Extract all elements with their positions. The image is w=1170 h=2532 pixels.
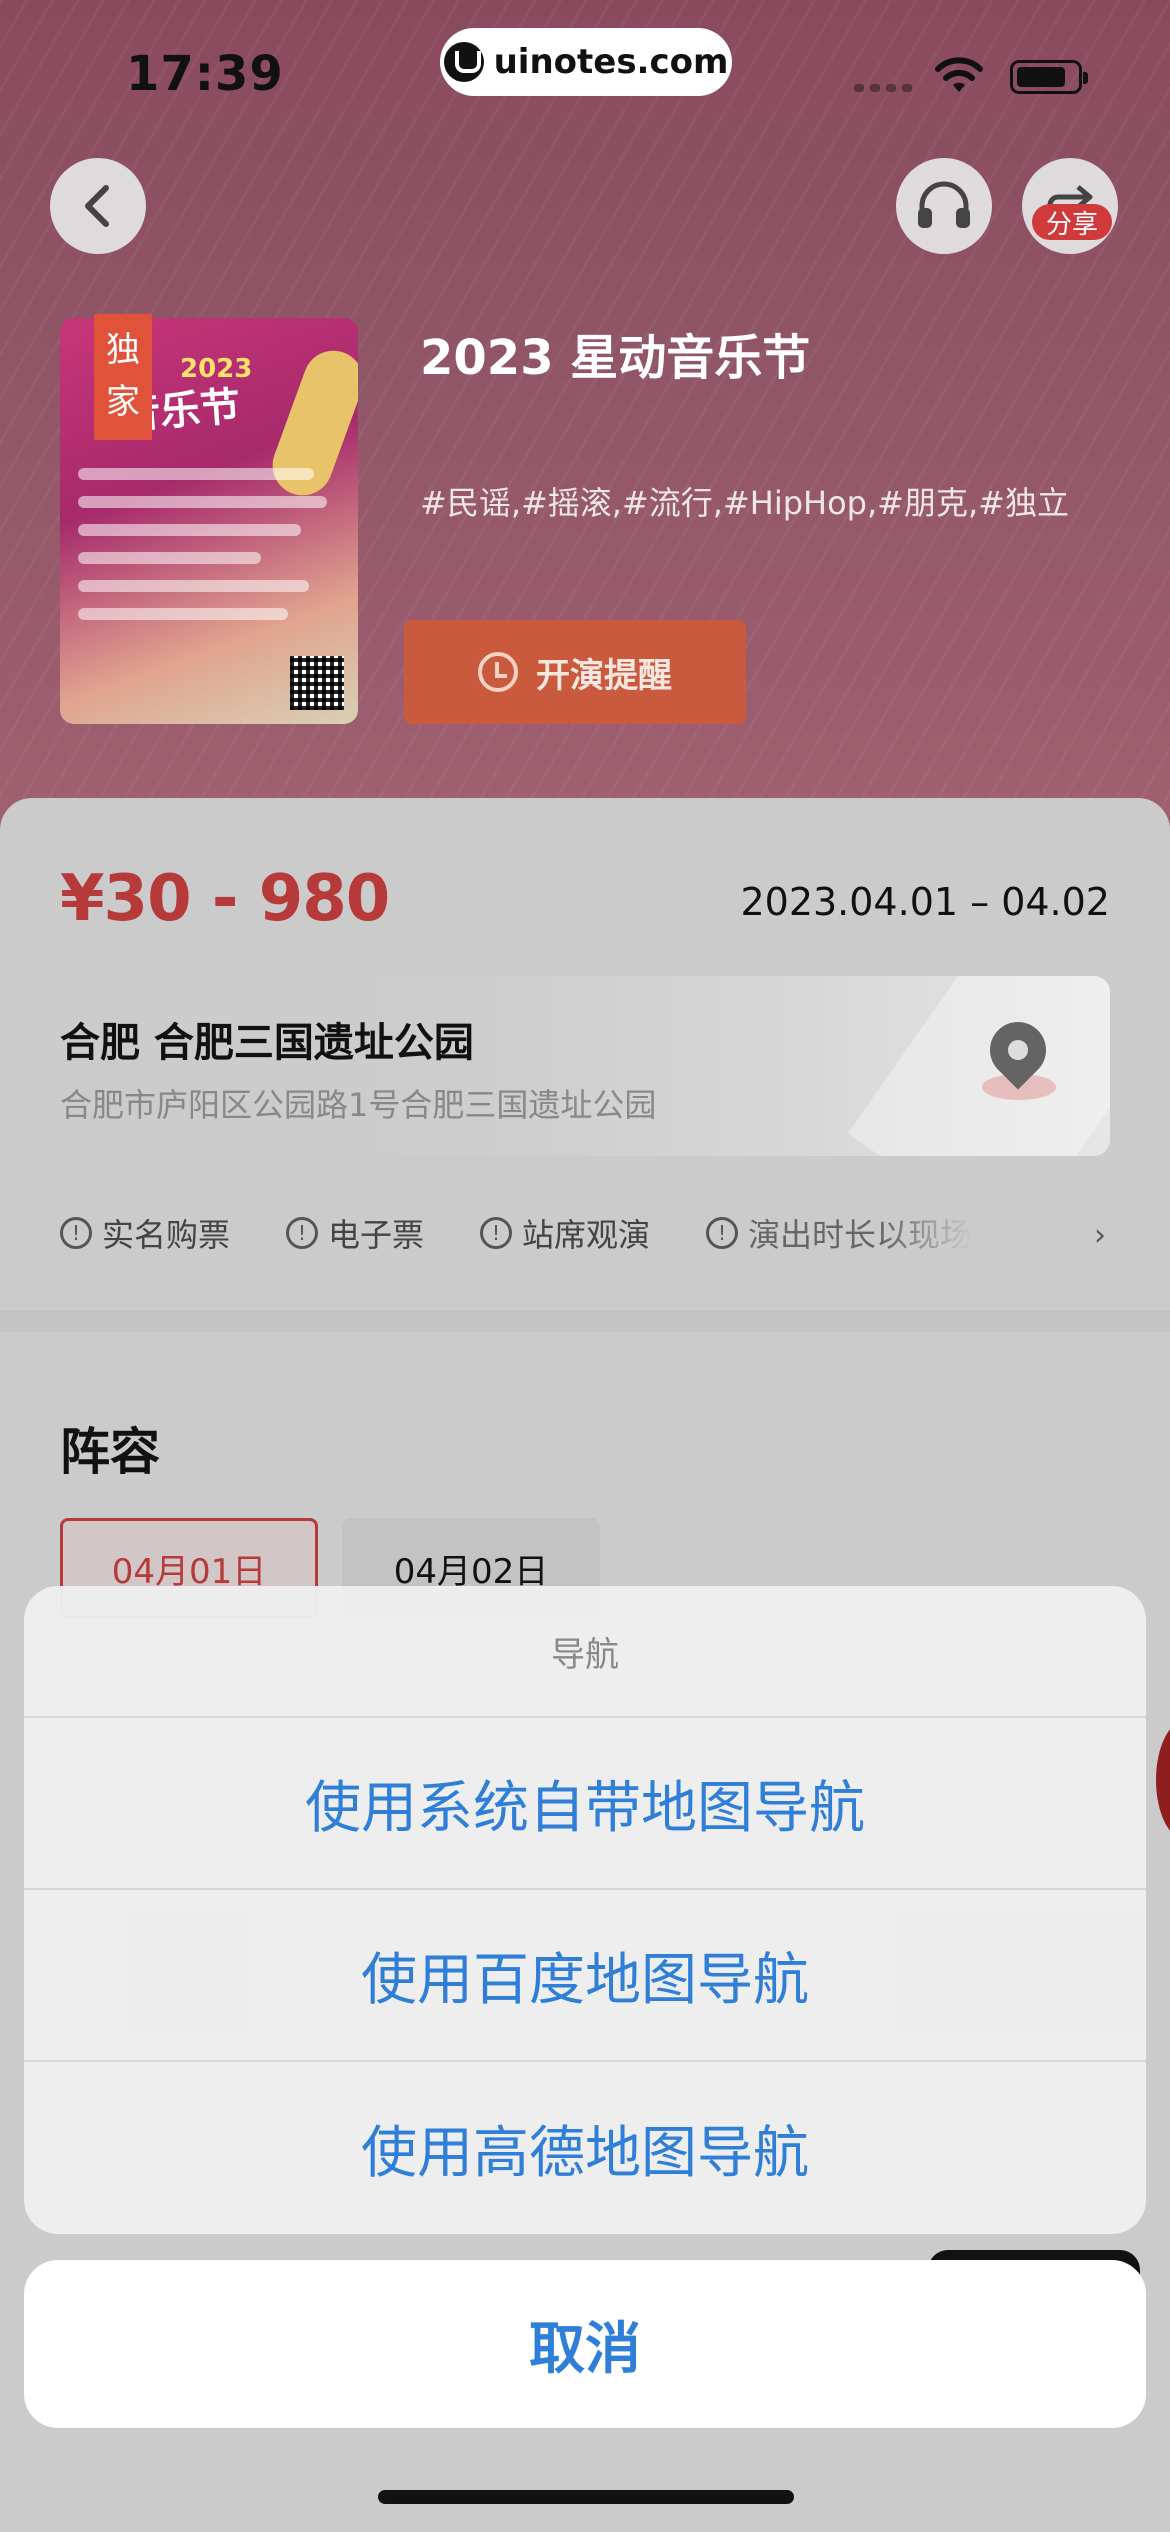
pin-shadow bbox=[982, 1074, 1056, 1100]
system-map-option[interactable]: 使用系统自带地图导航 bbox=[24, 1718, 1146, 1890]
alarm-clock-icon bbox=[478, 652, 518, 692]
chevron-right-icon[interactable]: › bbox=[1094, 1218, 1106, 1253]
poster-artist-list bbox=[78, 468, 340, 636]
headphones-icon bbox=[918, 181, 970, 228]
amap-option[interactable]: 使用高德地图导航 bbox=[24, 2062, 1146, 2234]
lineup-title: 阵容 bbox=[60, 1423, 160, 1481]
exclusive-badge: 独家 bbox=[94, 314, 152, 440]
cancel-button[interactable]: 取消 bbox=[24, 2260, 1146, 2428]
url-pill[interactable]: uinotes.com bbox=[440, 28, 732, 96]
venue-address: 合肥市庐阳区公园路1号合肥三国遗址公园 bbox=[60, 1086, 657, 1124]
share-badge: 分享 bbox=[1032, 204, 1112, 240]
site-logo-icon bbox=[443, 42, 484, 82]
show-reminder-button[interactable]: 开演提醒 bbox=[404, 620, 746, 724]
info-circle-icon: ! bbox=[706, 1217, 739, 1249]
note-item: ! 电子票 bbox=[286, 1210, 424, 1256]
chevron-left-icon bbox=[85, 185, 109, 227]
status-time: 17:39 bbox=[126, 46, 284, 102]
event-date: 2023.04.01 – 04.02 bbox=[740, 880, 1110, 924]
event-title: 2023 星动音乐节 bbox=[420, 330, 811, 386]
home-indicator[interactable] bbox=[378, 2490, 794, 2504]
baidu-map-option[interactable]: 使用百度地图导航 bbox=[24, 1890, 1146, 2062]
action-sheet-title: 导航 bbox=[24, 1586, 1146, 1718]
event-tags: #民谣,#摇滚,#流行,#HipHop,#朋克,#独立 bbox=[420, 484, 1069, 522]
venue-map-card[interactable]: 合肥 合肥三国遗址公园 合肥市庐阳区公园路1号合肥三国遗址公园 bbox=[60, 976, 1110, 1156]
page: 17:39 uinotes.com 分享 2023 音乐节 独家 2023 星动… bbox=[0, 0, 1170, 2532]
back-button[interactable] bbox=[50, 158, 146, 254]
note-item: ! 站席观演 bbox=[480, 1210, 650, 1256]
info-circle-icon: ! bbox=[286, 1217, 319, 1249]
battery-icon bbox=[1010, 60, 1088, 94]
navigation-action-sheet: 导航 使用系统自带地图导航 使用百度地图导航 使用高德地图导航 bbox=[24, 1586, 1146, 2234]
note-item: ! 演出时长以现场 bbox=[706, 1210, 972, 1256]
ticket-notes[interactable]: ! 实名购票 ! 电子票 ! 站席观演 ! 演出时长以现场 bbox=[60, 1210, 972, 1256]
wifi-icon bbox=[935, 57, 983, 92]
info-circle-icon: ! bbox=[480, 1217, 513, 1249]
cellular-signal-icon bbox=[854, 84, 912, 92]
section-divider bbox=[0, 1310, 1170, 1332]
info-circle-icon: ! bbox=[60, 1217, 92, 1249]
show-reminder-label: 开演提醒 bbox=[536, 655, 672, 696]
note-item: ! 实名购票 bbox=[60, 1210, 230, 1256]
qr-code bbox=[290, 656, 344, 710]
customer-service-button[interactable] bbox=[896, 158, 992, 254]
location-pin-icon bbox=[978, 1010, 1058, 1090]
url-text: uinotes.com bbox=[493, 42, 729, 82]
venue-city: 合肥 合肥三国遗址公园 bbox=[60, 1020, 474, 1066]
price-range: ¥30 - 980 bbox=[60, 862, 390, 936]
